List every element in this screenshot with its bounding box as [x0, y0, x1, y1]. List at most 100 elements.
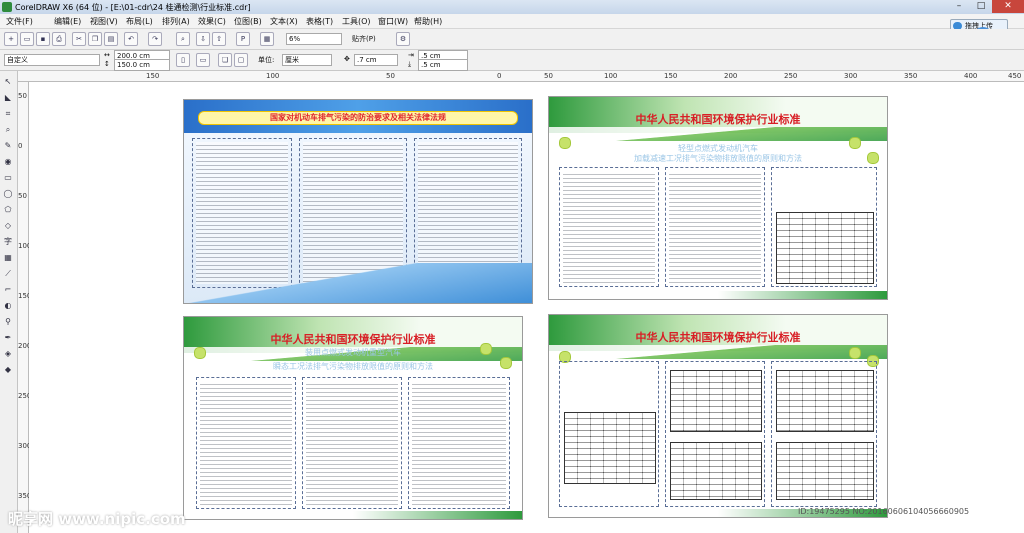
rectangle-tool-icon[interactable]: ▭	[2, 173, 14, 183]
units-select[interactable]: 厘米	[282, 54, 332, 66]
ruler-tick: 150	[146, 72, 160, 80]
blend-tool-icon[interactable]: ◐	[2, 301, 14, 311]
copy-icon[interactable]: ❐	[88, 32, 102, 46]
publish-pdf-icon[interactable]: P	[236, 32, 250, 46]
text-column	[771, 167, 877, 287]
data-table	[776, 442, 874, 500]
paste-icon[interactable]: ▤	[104, 32, 118, 46]
ruler-tick: 350	[904, 72, 918, 80]
horizontal-ruler[interactable]: 150 100 50 0 50 100 150 200 250 300 350 …	[18, 71, 1024, 82]
ruler-tick: 50	[544, 72, 553, 80]
board-standard-3[interactable]: 中华人民共和国环境保护行业标准	[548, 314, 888, 518]
menu-arrange[interactable]: 排列(A)	[162, 16, 190, 27]
smart-fill-icon[interactable]: ◉	[2, 157, 14, 167]
ruler-tick: 50	[18, 92, 27, 100]
page-height-field[interactable]: 150.0 cm	[114, 59, 170, 71]
page-preset-select[interactable]: 自定义	[4, 54, 100, 66]
ruler-tick: 100	[604, 72, 618, 80]
freehand-tool-icon[interactable]: ✎	[2, 141, 14, 151]
table-tool-icon[interactable]: ▦	[2, 253, 14, 263]
property-bar: 自定义 ↔ 200.0 cm ↕ 150.0 cm ▯ ▭ ❏ ▢ 单位: 厘米…	[0, 50, 1024, 71]
board-title: 国家对机动车排气污染的防治要求及相关法律法规	[198, 111, 518, 125]
connector-tool-icon[interactable]: ⌐	[2, 285, 14, 295]
menu-file[interactable]: 文件(F)	[6, 16, 33, 27]
board-standard-1[interactable]: 中华人民共和国环境保护行业标准 轻型点燃式发动机汽车 加载减速工况排气污染物排放…	[548, 96, 888, 300]
portrait-icon[interactable]: ▯	[176, 53, 190, 67]
board-standard-2[interactable]: 中华人民共和国环境保护行业标准 装用点燃式发动机重型汽车 瞬态工况法排气污染物排…	[183, 316, 523, 520]
restore-button[interactable]: □	[970, 0, 992, 13]
polygon-tool-icon[interactable]: ⬠	[2, 205, 14, 215]
undo-icon[interactable]: ↶	[124, 32, 138, 46]
board-emission-law[interactable]: 国家对机动车排气污染的防治要求及相关法律法规	[183, 99, 533, 304]
current-page-icon[interactable]: ▢	[234, 53, 248, 67]
menu-effects[interactable]: 效果(C)	[198, 16, 226, 27]
menu-window[interactable]: 窗口(W)	[378, 16, 408, 27]
menu-tools[interactable]: 工具(O)	[342, 16, 371, 27]
minimize-button[interactable]: –	[948, 0, 970, 13]
landscape-icon[interactable]: ▭	[196, 53, 210, 67]
ruler-tick: 200	[724, 72, 738, 80]
board-footer	[549, 291, 887, 299]
pick-tool-icon[interactable]: ↖	[2, 77, 14, 87]
eyedropper-tool-icon[interactable]: ⚲	[2, 317, 14, 327]
search-content-icon[interactable]: ⌕	[176, 32, 190, 46]
menu-edit[interactable]: 编辑(E)	[54, 16, 81, 27]
duplicate-y-field[interactable]: .5 cm	[418, 59, 468, 71]
menu-text[interactable]: 文本(X)	[270, 16, 298, 27]
decor-dot	[194, 347, 206, 359]
nudge-distance-field[interactable]: .7 cm	[354, 54, 398, 66]
board-subtitle: 装用点燃式发动机重型汽车	[305, 348, 401, 357]
close-button[interactable]: ✕	[992, 0, 1024, 13]
zoom-tool-icon[interactable]: ⌕	[2, 125, 14, 135]
menu-bitmaps[interactable]: 位图(B)	[234, 16, 262, 27]
watermark-id: ID:19475295 NO:20160606104056660905	[798, 507, 970, 516]
decor-dot	[480, 343, 492, 355]
shape-tool-icon[interactable]: ◣	[2, 93, 14, 103]
basic-shapes-icon[interactable]: ◇	[2, 221, 14, 231]
save-icon[interactable]: ▪	[36, 32, 50, 46]
wave-decoration	[184, 263, 532, 303]
data-table	[564, 412, 656, 484]
ruler-tick: 50	[18, 192, 27, 200]
interactive-fill-icon[interactable]: ◆	[2, 365, 14, 375]
wave-decoration	[549, 127, 887, 141]
export-icon[interactable]: ⇧	[212, 32, 226, 46]
board-subtitle: 加载减速工况排气污染物排放限值的原则和方法	[634, 154, 802, 163]
menu-view[interactable]: 视图(V)	[90, 16, 118, 27]
cut-icon[interactable]: ✂	[72, 32, 86, 46]
redo-icon[interactable]: ↷	[148, 32, 162, 46]
text-tool-icon[interactable]: 字	[2, 237, 14, 247]
data-table	[670, 442, 762, 500]
snap-to-dropdown[interactable]: 贴齐(P)	[352, 34, 376, 44]
ellipse-tool-icon[interactable]: ◯	[2, 189, 14, 199]
decor-dot	[500, 357, 512, 369]
ruler-tick: 250	[784, 72, 798, 80]
menu-table[interactable]: 表格(T)	[306, 16, 333, 27]
toolbox: ↖ ◣ ⌗ ⌕ ✎ ◉ ▭ ◯ ⬠ ◇ 字 ▦ ⟋ ⌐ ◐ ⚲ ✒ ◈ ◆	[0, 71, 18, 533]
decor-dot	[559, 137, 571, 149]
all-pages-icon[interactable]: ❏	[218, 53, 232, 67]
options-gear-icon[interactable]: ⚙	[396, 32, 410, 46]
crop-tool-icon[interactable]: ⌗	[2, 109, 14, 119]
fill-tool-icon[interactable]: ◈	[2, 349, 14, 359]
import-icon[interactable]: ⇩	[196, 32, 210, 46]
dimension-tool-icon[interactable]: ⟋	[2, 269, 14, 279]
text-column	[771, 361, 877, 507]
menu-help[interactable]: 帮助(H)	[414, 16, 442, 27]
board-title: 中华人民共和国环境保护行业标准	[635, 331, 801, 344]
outline-tool-icon[interactable]: ✒	[2, 333, 14, 343]
decor-dot	[849, 347, 861, 359]
height-icon: ↕	[104, 60, 110, 68]
application-launcher-icon[interactable]: ▦	[260, 32, 274, 46]
vertical-ruler[interactable]: 50 0 50 100 150 200 250 300 350	[18, 82, 31, 533]
ruler-tick: 100	[266, 72, 280, 80]
text-column	[559, 167, 659, 287]
open-folder-icon[interactable]: ▭	[20, 32, 34, 46]
zoom-level-field[interactable]: 6%	[286, 33, 342, 45]
print-icon[interactable]: ⎙	[52, 32, 66, 46]
new-document-icon[interactable]: +	[4, 32, 18, 46]
menu-layout[interactable]: 布局(L)	[126, 16, 153, 27]
watermark-logo: 昵享网 www.nipic.com	[8, 510, 186, 528]
drawing-canvas[interactable]: 国家对机动车排气污染的防治要求及相关法律法规 中华人民共和国环境保护行业标准 轻…	[29, 82, 1024, 533]
board-footer	[184, 511, 522, 519]
